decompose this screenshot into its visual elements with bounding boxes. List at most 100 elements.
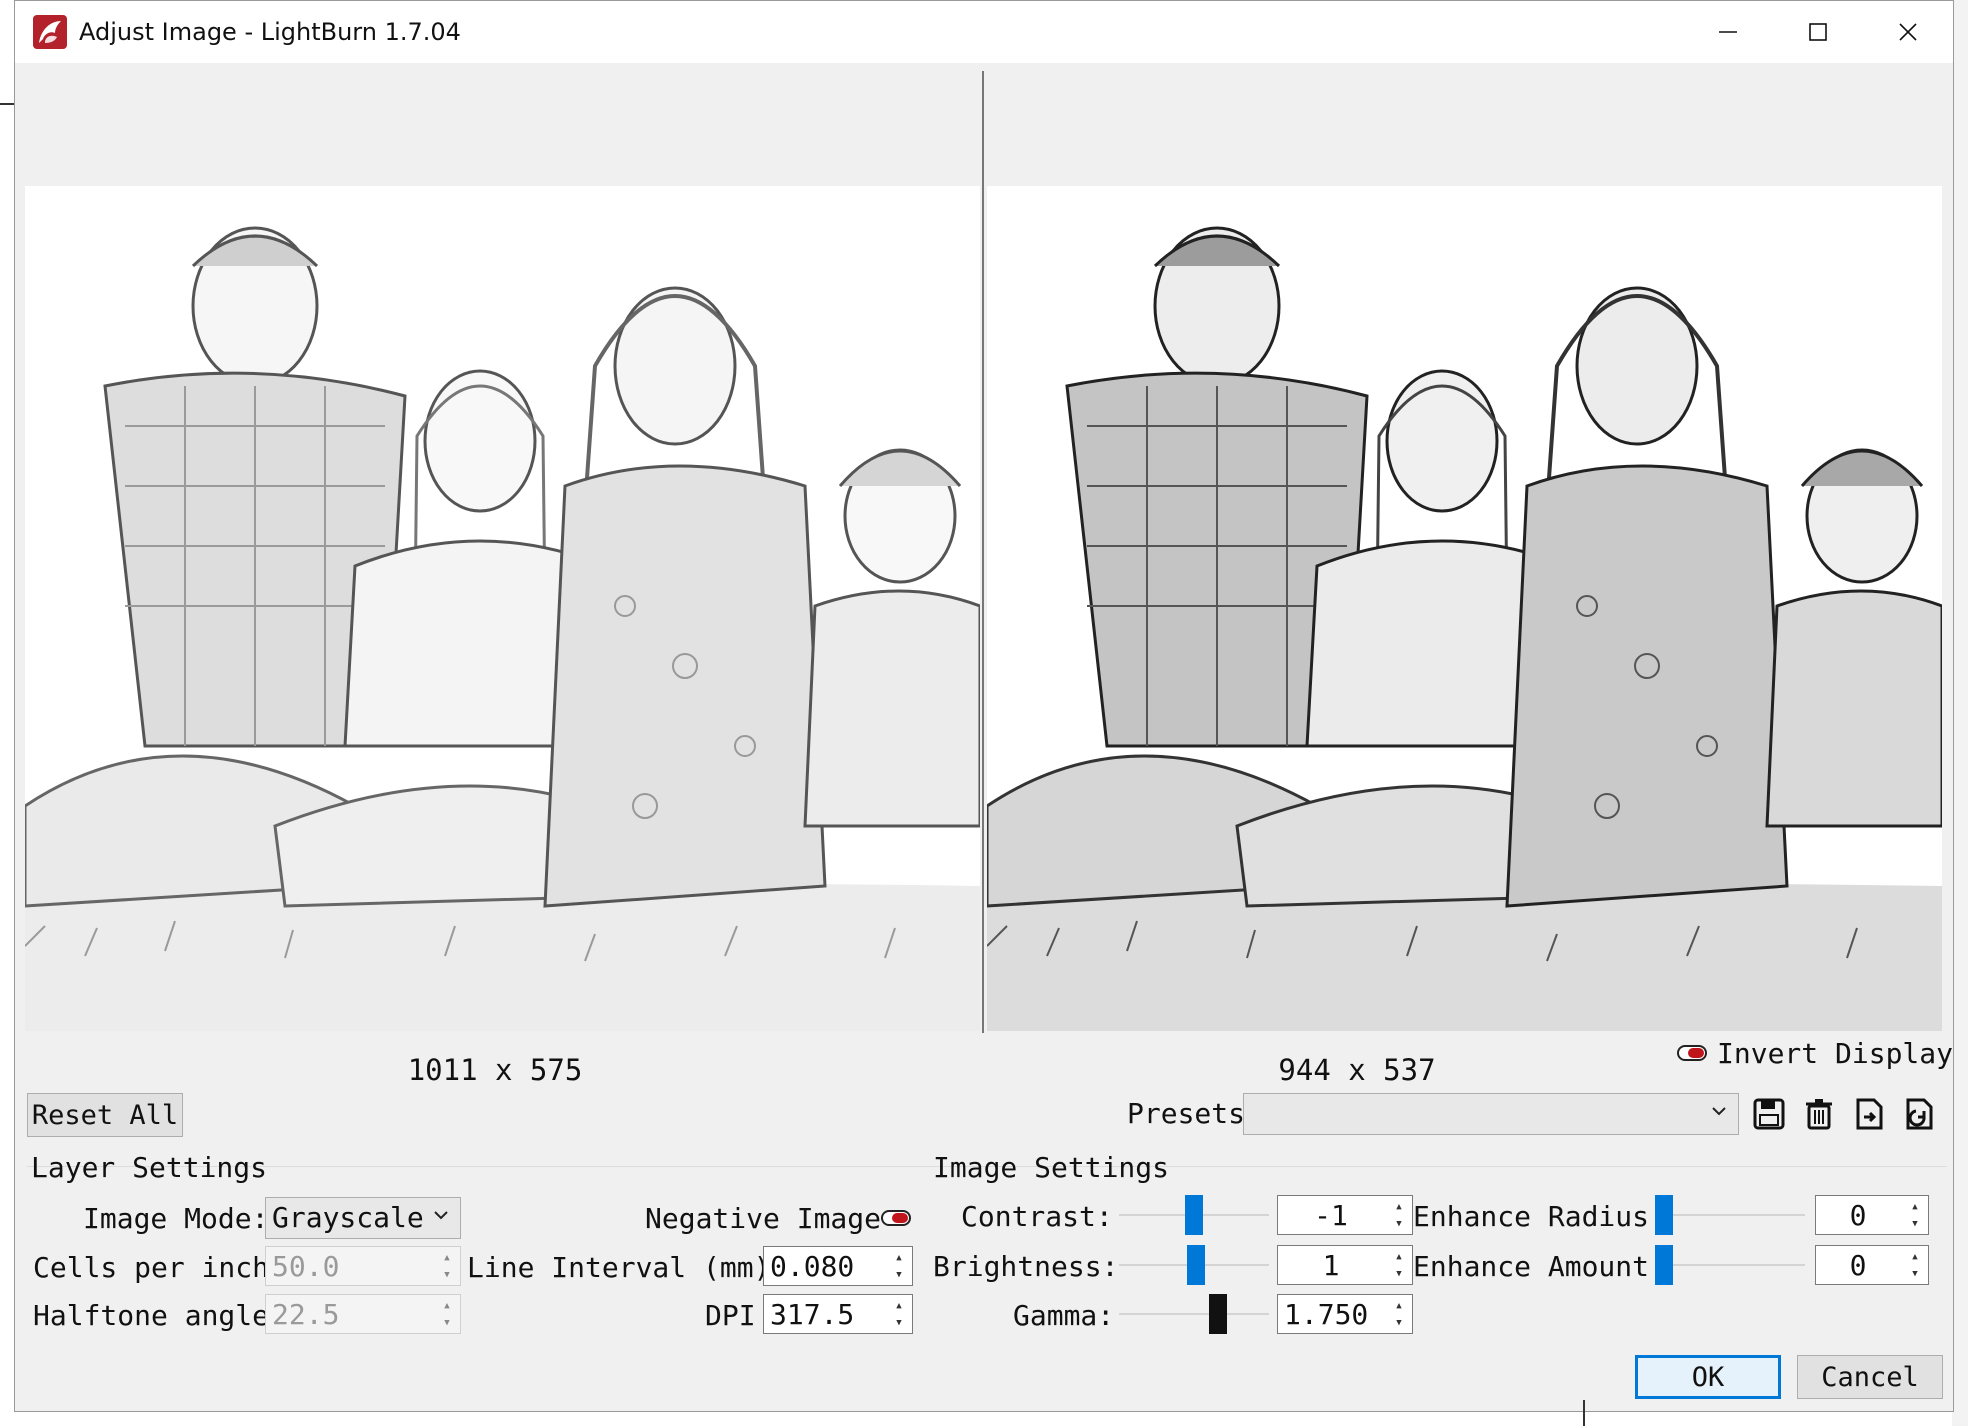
invert-display-label: Invert Display — [1717, 1037, 1954, 1070]
adjust-image-window: Adjust Image - LightBurn 1.7.04 1011 x 5… — [14, 0, 1954, 1412]
line-interval-value: 0.080 — [770, 1250, 855, 1283]
preview-divider — [982, 71, 984, 1033]
layer-settings-heading: Layer Settings — [31, 1151, 268, 1184]
dpi-value: 317.5 — [770, 1298, 855, 1331]
contrast-spinbox[interactable]: -1 ▲ ▼ — [1277, 1195, 1413, 1235]
desktop-background — [1952, 0, 1968, 1426]
delete-preset-button[interactable] — [1799, 1094, 1839, 1134]
presets-dropdown[interactable] — [1243, 1093, 1739, 1135]
enhance-amount-spinbox[interactable]: 0 ▲ ▼ — [1815, 1245, 1929, 1285]
halftone-angle-label: Halftone angle — [33, 1299, 270, 1332]
enhance-radius-spinbox[interactable]: 0 ▲ ▼ — [1815, 1195, 1929, 1235]
enhance-radius-slider[interactable] — [1655, 1195, 1805, 1235]
save-icon — [1753, 1098, 1785, 1130]
spin-up-icon[interactable]: ▲ — [1904, 1248, 1926, 1265]
line-interval-spinbox[interactable]: 0.080 ▲ ▼ — [763, 1246, 913, 1286]
brightness-value: 1 — [1322, 1249, 1340, 1282]
image-settings-heading: Image Settings — [933, 1151, 1170, 1184]
halftone-angle-spinbox: 22.5 ▲ ▼ — [265, 1294, 461, 1334]
window-title: Adjust Image - LightBurn 1.7.04 — [79, 18, 461, 46]
lightburn-logo-icon — [33, 15, 67, 49]
processed-image-preview — [987, 186, 1942, 1031]
spin-up-icon[interactable]: ▲ — [1904, 1198, 1926, 1215]
enhance-radius-value: 0 — [1849, 1199, 1867, 1232]
brightness-spinbox[interactable]: 1 ▲ ▼ — [1277, 1245, 1413, 1285]
minimize-icon — [1719, 31, 1737, 33]
spin-down-icon[interactable]: ▼ — [888, 1314, 910, 1331]
spin-up-icon[interactable]: ▲ — [1388, 1198, 1410, 1215]
gamma-value: 1.750 — [1284, 1298, 1369, 1331]
family-sketch-processed-image — [987, 186, 1942, 1031]
halftone-angle-value: 22.5 — [272, 1298, 340, 1331]
original-dimensions: 1011 x 575 — [407, 1053, 583, 1087]
maximize-button[interactable] — [1773, 1, 1863, 63]
spin-down-icon: ▼ — [444, 1269, 450, 1280]
enhance-amount-value: 0 — [1849, 1249, 1867, 1282]
enhance-radius-label: Enhance Radius: — [1413, 1200, 1666, 1233]
chevron-down-icon — [1712, 1107, 1726, 1116]
enhance-radius-slider-handle[interactable] — [1655, 1195, 1673, 1235]
close-icon — [1899, 23, 1917, 41]
family-sketch-original-image — [25, 186, 980, 1031]
line-interval-label: Line Interval (mm) — [467, 1251, 771, 1284]
spin-down-icon[interactable]: ▼ — [1388, 1265, 1410, 1282]
cells-per-inch-value: 50.0 — [272, 1250, 340, 1283]
image-mode-value: Grayscale — [272, 1201, 424, 1234]
spin-up-icon: ▲ — [444, 1252, 450, 1263]
gamma-label: Gamma: — [1013, 1299, 1115, 1332]
export-preset-button[interactable] — [1899, 1094, 1939, 1134]
gamma-slider-handle[interactable] — [1209, 1294, 1227, 1334]
close-button[interactable] — [1863, 1, 1953, 63]
spin-up-icon[interactable]: ▲ — [1388, 1248, 1410, 1265]
contrast-slider-handle[interactable] — [1185, 1195, 1203, 1235]
cells-per-inch-label: Cells per inch — [33, 1251, 270, 1284]
negative-image-label: Negative Image — [645, 1202, 882, 1235]
delete-icon — [1806, 1099, 1832, 1130]
spin-down-icon[interactable]: ▼ — [1388, 1314, 1410, 1331]
enhance-amount-label: Enhance Amount: — [1413, 1250, 1666, 1283]
brightness-slider-handle[interactable] — [1187, 1245, 1205, 1285]
spin-down-icon[interactable]: ▼ — [888, 1266, 910, 1283]
spin-down-icon[interactable]: ▼ — [1388, 1215, 1410, 1232]
original-image-preview — [25, 186, 980, 1031]
spin-up-icon[interactable]: ▲ — [888, 1297, 910, 1314]
processed-preview-pane: 944 x 537 — [987, 63, 1942, 1087]
image-mode-dropdown[interactable]: Grayscale — [265, 1197, 461, 1239]
import-icon — [1856, 1098, 1883, 1130]
spin-up-icon: ▲ — [444, 1300, 450, 1311]
brightness-slider[interactable] — [1119, 1245, 1269, 1285]
processed-dimensions: 944 x 537 — [1278, 1053, 1436, 1087]
title-bar: Adjust Image - LightBurn 1.7.04 — [15, 1, 1953, 63]
cancel-button[interactable]: Cancel — [1797, 1355, 1943, 1399]
save-preset-button[interactable] — [1749, 1094, 1789, 1134]
minimize-button[interactable] — [1683, 1, 1773, 63]
spin-up-icon[interactable]: ▲ — [1388, 1297, 1410, 1314]
original-preview-pane: 1011 x 575 — [15, 63, 980, 1087]
export-icon — [1906, 1098, 1933, 1130]
cells-per-inch-spinbox: 50.0 ▲ ▼ — [265, 1246, 461, 1286]
spin-up-icon[interactable]: ▲ — [888, 1249, 910, 1266]
dpi-label: DPI — [705, 1299, 756, 1332]
negative-image-toggle[interactable] — [881, 1210, 911, 1226]
ok-button[interactable]: OK — [1635, 1355, 1781, 1399]
import-preset-button[interactable] — [1849, 1094, 1889, 1134]
enhance-amount-slider[interactable] — [1655, 1245, 1805, 1285]
chevron-down-icon — [434, 1211, 448, 1220]
enhance-amount-slider-handle[interactable] — [1655, 1245, 1673, 1285]
presets-label: Presets — [1127, 1097, 1246, 1130]
desktop-fragment — [1583, 1400, 1585, 1426]
contrast-slider[interactable] — [1119, 1195, 1269, 1235]
dpi-spinbox[interactable]: 317.5 ▲ ▼ — [763, 1294, 913, 1334]
spin-down-icon[interactable]: ▼ — [1904, 1215, 1926, 1232]
reset-all-button[interactable]: Reset All — [27, 1093, 183, 1137]
image-mode-label: Image Mode: — [83, 1202, 269, 1235]
gamma-slider[interactable] — [1119, 1294, 1269, 1334]
contrast-label: Contrast: — [961, 1200, 1113, 1233]
spin-down-icon: ▼ — [444, 1317, 450, 1328]
gamma-spinbox[interactable]: 1.750 ▲ ▼ — [1277, 1294, 1413, 1334]
spin-down-icon[interactable]: ▼ — [1904, 1265, 1926, 1282]
brightness-label: Brightness: — [933, 1250, 1119, 1283]
invert-display-toggle[interactable] — [1677, 1045, 1707, 1061]
contrast-value: -1 — [1314, 1199, 1348, 1232]
maximize-icon — [1809, 23, 1827, 41]
